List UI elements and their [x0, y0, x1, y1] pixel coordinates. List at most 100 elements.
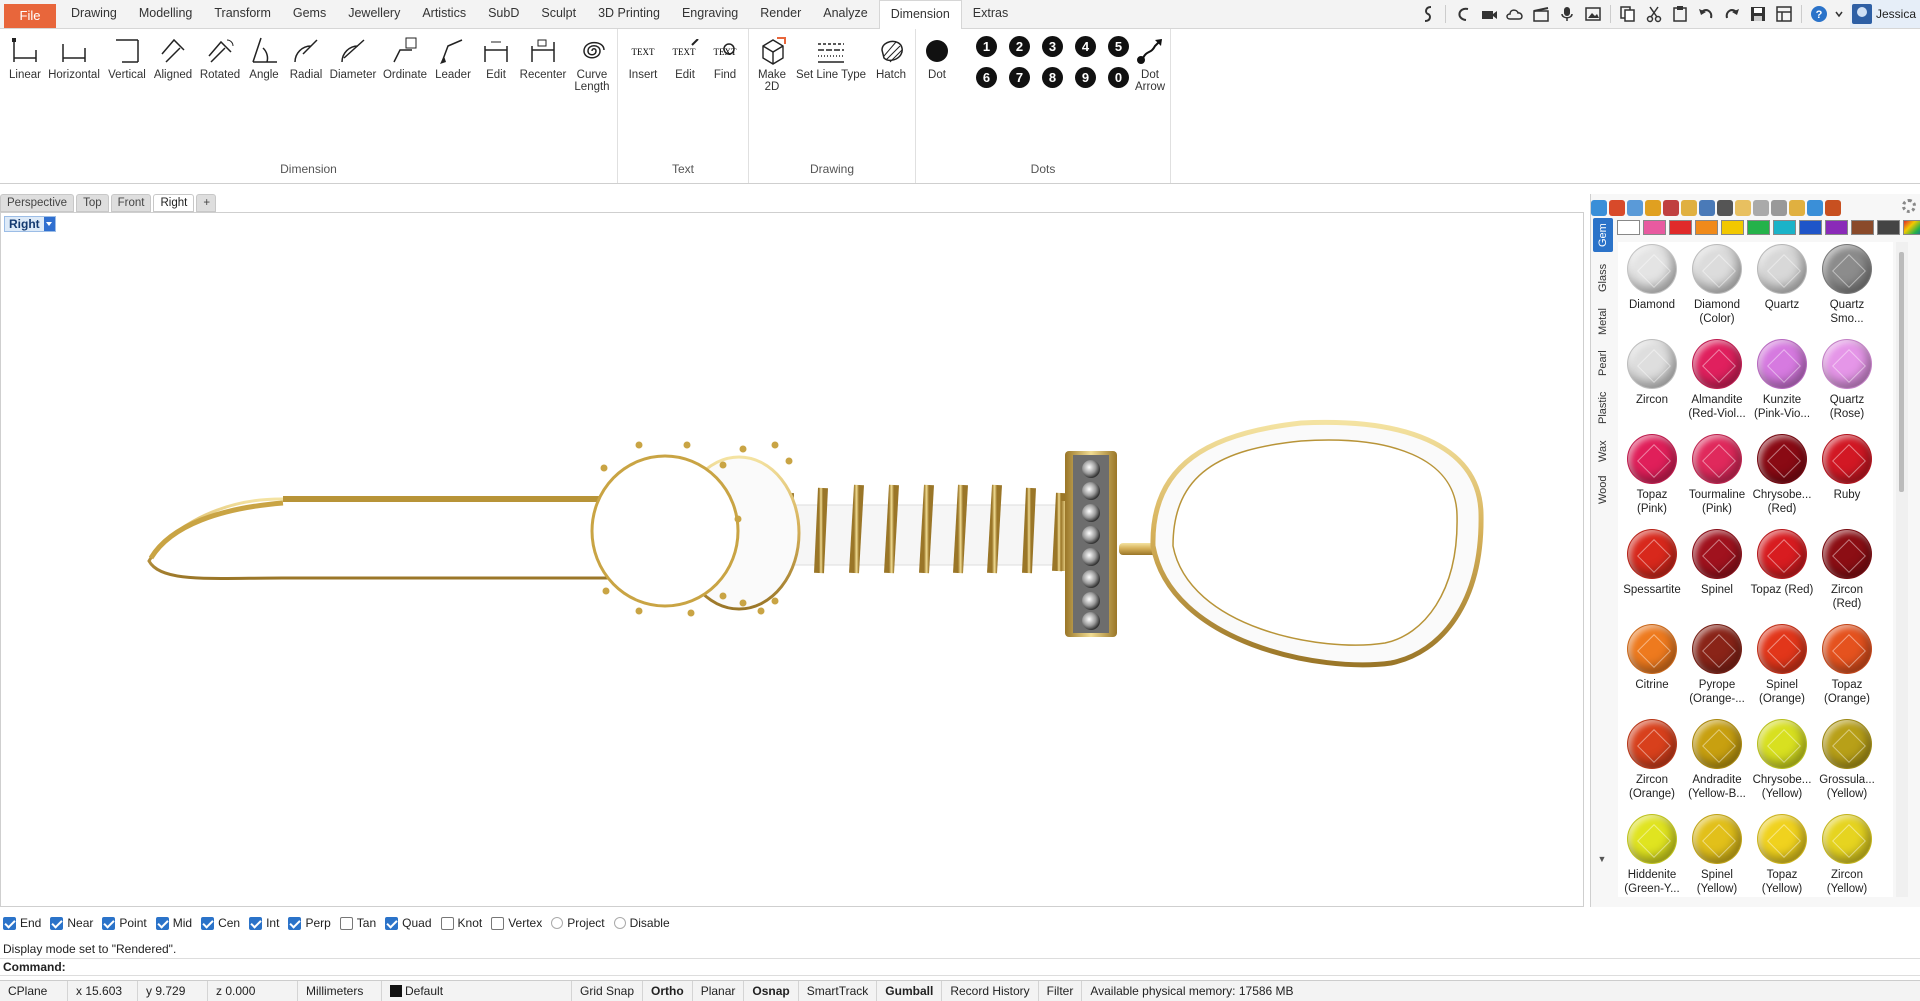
linear-dimension-button[interactable]: Linear — [4, 33, 46, 81]
make-2d-button[interactable]: Make 2D — [753, 33, 791, 93]
light-icon[interactable] — [1789, 200, 1805, 216]
chevron-down-icon[interactable] — [1833, 2, 1845, 26]
radio-button[interactable] — [613, 917, 626, 929]
gem-material-item[interactable]: Zircon (Yellow) — [1815, 814, 1879, 896]
gem-material-item[interactable]: Spinel — [1685, 529, 1749, 597]
swatch[interactable] — [1825, 220, 1848, 235]
redo-icon[interactable] — [1720, 2, 1744, 26]
tab-engraving[interactable]: Engraving — [671, 0, 749, 29]
insert-text-button[interactable]: TEXT Insert — [624, 33, 662, 81]
gem-material-item[interactable]: Quartz — [1750, 244, 1814, 312]
gem-material-item[interactable]: Zircon — [1620, 339, 1684, 407]
command-input[interactable] — [72, 960, 1892, 975]
swatch[interactable] — [1643, 220, 1666, 235]
viewport-tab-front[interactable]: Front — [110, 194, 152, 212]
clock-icon[interactable] — [1753, 200, 1769, 216]
checkbox[interactable] — [155, 916, 169, 930]
gem-material-item[interactable]: Quartz Smo... — [1815, 244, 1879, 326]
tab-gem[interactable]: Gem — [1593, 218, 1613, 252]
gem-material-item[interactable]: Diamond (Color) — [1685, 244, 1749, 326]
dot-number-4-button[interactable]: 4 — [1075, 36, 1096, 57]
viewport-right[interactable]: Right — [0, 212, 1584, 907]
radio-button[interactable] — [551, 917, 564, 929]
gem-material-item[interactable]: Kunzite (Pink-Vio... — [1750, 339, 1814, 421]
cplane-label[interactable]: CPlane — [0, 980, 68, 1001]
file-menu-button[interactable]: File — [4, 4, 56, 28]
notification-icon[interactable] — [1807, 200, 1823, 216]
planar-toggle[interactable]: Planar — [693, 980, 745, 1001]
osnap-point[interactable]: Point — [102, 916, 147, 930]
recenter-button[interactable]: Recenter — [518, 33, 568, 81]
help-icon[interactable]: ? — [1807, 2, 1831, 26]
tab-gems[interactable]: Gems — [282, 0, 337, 29]
script-icon[interactable] — [1416, 2, 1440, 26]
current-layer[interactable]: Default — [382, 980, 572, 1001]
osnap-cen[interactable]: Cen — [201, 916, 240, 930]
vertical-dimension-button[interactable]: Vertical — [104, 33, 150, 81]
user-account[interactable]: Jessica — [1849, 0, 1920, 28]
smarttrack-toggle[interactable]: SmartTrack — [799, 980, 878, 1001]
checkbox[interactable] — [50, 916, 64, 930]
edit-dimension-button[interactable]: Edit — [476, 33, 516, 81]
tab-plastic[interactable]: Plastic — [1593, 386, 1613, 430]
tab-drawing[interactable]: Drawing — [60, 0, 128, 29]
gem-material-item[interactable]: Quartz (Rose) — [1815, 339, 1879, 421]
swatch[interactable] — [1721, 220, 1744, 235]
chevron-down-icon[interactable]: ▼ — [1591, 854, 1613, 872]
dot-number-3-button[interactable]: 3 — [1042, 36, 1063, 57]
ordinate-dimension-button[interactable]: Ordinate — [380, 33, 430, 81]
grid-snap-toggle[interactable]: Grid Snap — [572, 980, 644, 1001]
grid-icon[interactable] — [1771, 200, 1787, 216]
checkbox[interactable] — [385, 916, 399, 930]
layout-icon[interactable] — [1772, 2, 1796, 26]
cut-icon[interactable] — [1642, 2, 1666, 26]
lamp-icon[interactable] — [1735, 200, 1751, 216]
gem-material-item[interactable]: Andradite (Yellow-B... — [1685, 719, 1749, 801]
dot-button[interactable]: Dot — [922, 33, 952, 81]
dot-number-9-button[interactable]: 9 — [1075, 67, 1096, 88]
tab-transform[interactable]: Transform — [203, 0, 282, 29]
tab-3d-printing[interactable]: 3D Printing — [587, 0, 671, 29]
osnap-near[interactable]: Near — [50, 916, 93, 930]
gem-studio-icon[interactable] — [1609, 200, 1625, 216]
tab-jewellery[interactable]: Jewellery — [337, 0, 411, 29]
checkbox[interactable] — [102, 916, 116, 930]
layers-icon[interactable] — [1717, 200, 1733, 216]
osnap-tan[interactable]: Tan — [339, 916, 376, 930]
swatch[interactable] — [1877, 220, 1900, 235]
horizontal-dimension-button[interactable]: Horizontal — [48, 33, 100, 81]
swatch[interactable] — [1617, 220, 1640, 235]
save-icon[interactable] — [1746, 2, 1770, 26]
rotated-dimension-button[interactable]: Rotated — [198, 33, 242, 81]
tab-wax[interactable]: Wax — [1593, 436, 1613, 466]
gem-material-item[interactable]: Ruby — [1815, 434, 1879, 502]
checkbox[interactable] — [440, 916, 454, 930]
environment-icon[interactable] — [1627, 200, 1643, 216]
gem-material-item[interactable]: Topaz (Red) — [1750, 529, 1814, 597]
paste-icon[interactable] — [1668, 2, 1692, 26]
gem-material-item[interactable]: Topaz (Orange) — [1815, 624, 1879, 706]
dot-number-2-button[interactable]: 2 — [1009, 36, 1030, 57]
dot-number-7-button[interactable]: 7 — [1009, 67, 1030, 88]
diameter-dimension-button[interactable]: Diameter — [328, 33, 378, 81]
leader-button[interactable]: Leader — [432, 33, 474, 81]
undo-icon[interactable] — [1694, 2, 1718, 26]
gem-material-item[interactable]: Topaz (Pink) — [1620, 434, 1684, 516]
osnap-int[interactable]: Int — [249, 916, 279, 930]
gem-material-item[interactable]: Spinel (Orange) — [1750, 624, 1814, 706]
tab-glass[interactable]: Glass — [1593, 258, 1613, 298]
gem-material-item[interactable]: Diamond — [1620, 244, 1684, 312]
checkbox[interactable] — [3, 916, 16, 930]
disable-option[interactable]: Disable — [613, 916, 670, 930]
viewport-tab-top[interactable]: Top — [76, 194, 109, 212]
swatch[interactable] — [1851, 220, 1874, 235]
brush-icon[interactable] — [1663, 200, 1679, 216]
swatch[interactable] — [1747, 220, 1770, 235]
tab-modelling[interactable]: Modelling — [128, 0, 204, 29]
checkbox[interactable] — [339, 916, 353, 930]
edit-text-button[interactable]: TEXT Edit — [666, 33, 704, 81]
swatch[interactable] — [1773, 220, 1796, 235]
gem-grid-scrollbar[interactable] — [1896, 242, 1908, 897]
render-icon[interactable] — [1699, 200, 1715, 216]
gem-material-item[interactable]: Topaz (Yellow) — [1750, 814, 1814, 896]
